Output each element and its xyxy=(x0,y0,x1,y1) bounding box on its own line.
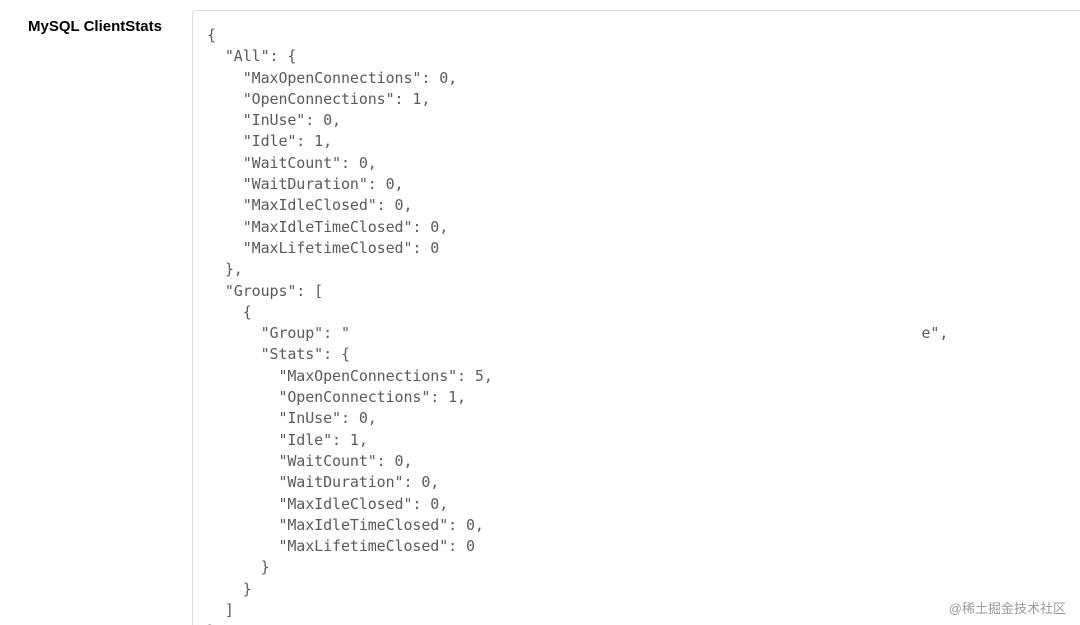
stats-line: "MaxLifetimeClosed": 0 xyxy=(207,537,475,555)
stats-line: "WaitDuration": 0, xyxy=(207,473,439,491)
group-open: { xyxy=(207,303,252,321)
stats-line: "OpenConnections": 1, xyxy=(207,388,466,406)
stats-line: "InUse": 0, xyxy=(207,409,377,427)
all-line: "MaxOpenConnections": 0, xyxy=(207,69,457,87)
groups-key: "Groups": [ xyxy=(207,282,323,300)
all-line: "WaitDuration": 0, xyxy=(207,175,403,193)
stats-line: "MaxIdleClosed": 0, xyxy=(207,495,448,513)
all-line: "WaitCount": 0, xyxy=(207,154,377,172)
group-name-prefix: "Group": " xyxy=(207,324,350,342)
stats-line: "WaitCount": 0, xyxy=(207,452,412,470)
section-label: MySQL ClientStats xyxy=(28,18,192,35)
all-close: }, xyxy=(207,260,243,278)
code-display: { "All": { "MaxOpenConnections": 0, "Ope… xyxy=(192,10,1080,625)
groups-close: ] xyxy=(207,601,234,619)
stats-line: "MaxIdleTimeClosed": 0, xyxy=(207,516,484,534)
all-line: "MaxIdleClosed": 0, xyxy=(207,196,412,214)
stats-line: "Idle": 1, xyxy=(207,431,368,449)
json-output: { "All": { "MaxOpenConnections": 0, "Ope… xyxy=(207,25,1080,625)
all-line: "MaxLifetimeClosed": 0 xyxy=(207,239,439,257)
stats-line: "MaxOpenConnections": 5, xyxy=(207,367,493,385)
stats-panel: MySQL ClientStats { "All": { "MaxOpenCon… xyxy=(0,0,1080,625)
all-line: "Idle": 1, xyxy=(207,132,332,150)
all-line: "OpenConnections": 1, xyxy=(207,90,430,108)
group-close: } xyxy=(207,580,252,598)
group-name-redacted xyxy=(350,324,922,342)
group-name-suffix: e", xyxy=(921,324,948,342)
all-line: "MaxIdleTimeClosed": 0, xyxy=(207,218,448,236)
all-key: "All": { xyxy=(207,47,296,65)
stats-close: } xyxy=(207,558,270,576)
label-column: MySQL ClientStats xyxy=(0,10,192,625)
watermark-text: @稀土掘金技术社区 xyxy=(949,598,1066,617)
all-line: "InUse": 0, xyxy=(207,111,341,129)
brace-open: { xyxy=(207,26,216,44)
stats-key: "Stats": { xyxy=(207,345,350,363)
